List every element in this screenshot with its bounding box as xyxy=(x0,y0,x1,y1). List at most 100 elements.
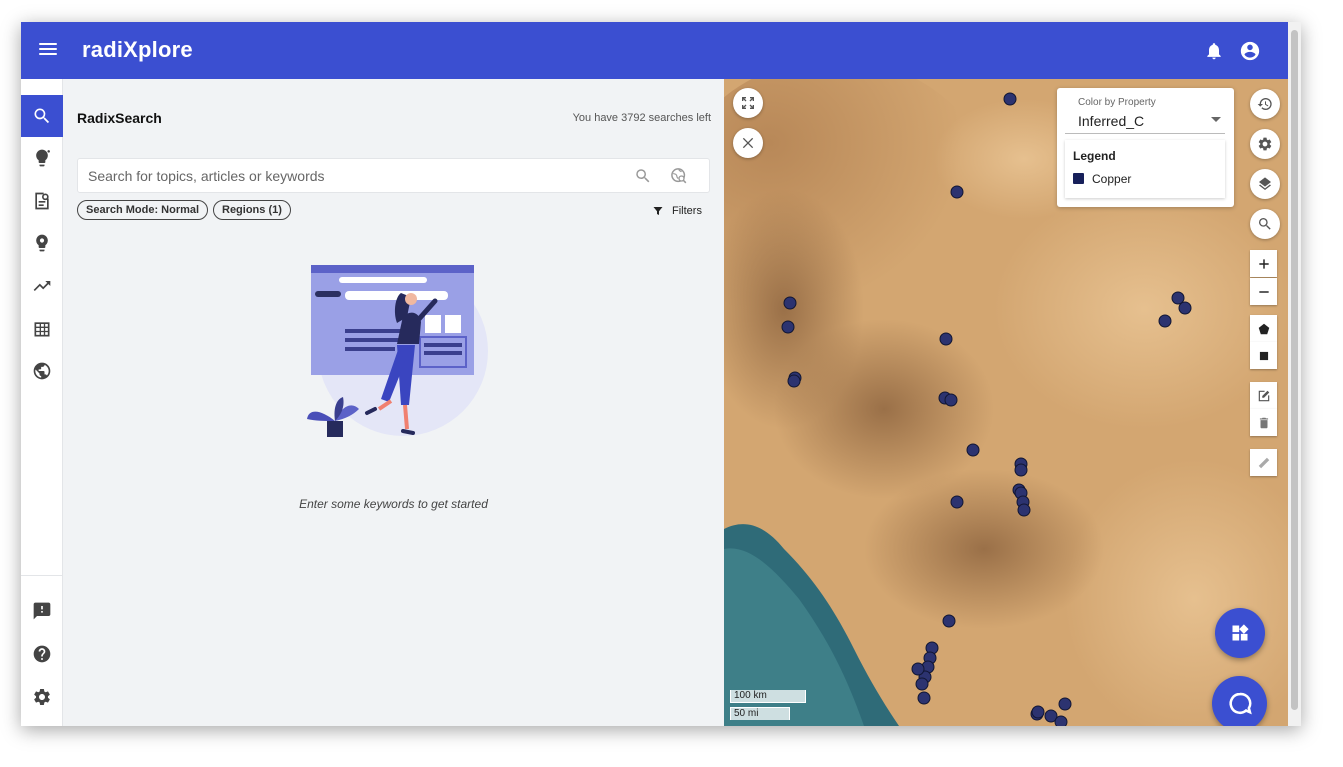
copper-occurrence-marker[interactable] xyxy=(917,691,931,705)
copper-occurrence-marker[interactable] xyxy=(1014,463,1028,477)
page-title: RadixSearch xyxy=(77,110,162,126)
sidebar-item-ideas[interactable] xyxy=(21,222,63,264)
notification-bell-icon[interactable] xyxy=(1204,40,1224,62)
hamburger-menu-icon[interactable] xyxy=(37,40,59,60)
trash-icon xyxy=(1259,417,1268,428)
search-icon xyxy=(34,108,50,124)
copper-occurrence-marker[interactable] xyxy=(1017,503,1031,517)
copper-occurrence-marker[interactable] xyxy=(1031,705,1045,719)
search-input[interactable] xyxy=(88,159,618,192)
sidebar-item-insights[interactable] xyxy=(21,137,63,179)
color-by-property-value: Inferred_C xyxy=(1078,113,1145,129)
copper-occurrence-marker[interactable] xyxy=(939,332,953,346)
gear-icon xyxy=(34,689,50,705)
copper-occurrence-marker[interactable] xyxy=(783,296,797,310)
legend-title: Legend xyxy=(1073,149,1116,163)
feedback-icon xyxy=(33,602,51,620)
page-scrollbar[interactable] xyxy=(1288,22,1301,726)
sidebar-item-feedback[interactable] xyxy=(21,590,63,632)
minus-icon xyxy=(1258,290,1269,293)
legend-item-copper: Copper xyxy=(1092,172,1132,186)
map-search-button[interactable] xyxy=(1250,209,1280,239)
copper-occurrence-marker[interactable] xyxy=(944,393,958,407)
gear-icon xyxy=(1258,137,1272,151)
map-settings-button[interactable] xyxy=(1250,129,1280,159)
table-icon xyxy=(34,322,50,337)
legend-panel: Color by Property Inferred_C Legend Copp… xyxy=(1057,88,1234,207)
sidebar-item-documents[interactable] xyxy=(21,180,63,222)
copper-occurrence-marker[interactable] xyxy=(1058,697,1072,711)
sidebar-divider xyxy=(21,575,63,576)
layers-button[interactable] xyxy=(1250,169,1280,199)
draw-rectangle-button[interactable] xyxy=(1250,342,1277,369)
filters-label: Filters xyxy=(672,205,702,217)
lightbulb-icon xyxy=(36,149,50,167)
color-by-property-select[interactable]: Color by Property Inferred_C xyxy=(1065,94,1225,134)
filters-button[interactable]: Filters xyxy=(652,203,702,219)
copper-occurrence-marker[interactable] xyxy=(942,614,956,628)
close-map-button[interactable] xyxy=(733,128,763,158)
history-button[interactable] xyxy=(1250,89,1280,119)
edit-shape-button[interactable] xyxy=(1250,382,1277,409)
square-icon xyxy=(1259,351,1268,360)
scrollbar-thumb[interactable] xyxy=(1291,30,1298,710)
widgets-fab-button[interactable] xyxy=(1215,608,1265,658)
fullscreen-icon xyxy=(742,97,754,109)
help-icon xyxy=(33,645,51,663)
empty-search-illustration xyxy=(307,265,488,437)
close-icon xyxy=(742,137,754,149)
search-icon[interactable] xyxy=(634,167,652,185)
measure-button[interactable] xyxy=(1250,449,1277,476)
scale-bar-mi: 50 mi xyxy=(730,707,790,720)
copper-occurrence-marker[interactable] xyxy=(1178,301,1192,315)
empty-state-message: Enter some keywords to get started xyxy=(299,497,488,511)
draw-polygon-button[interactable] xyxy=(1250,315,1277,342)
edit-icon xyxy=(1258,390,1269,401)
trending-up-icon xyxy=(33,281,51,291)
scale-bar-km: 100 km xyxy=(730,690,806,703)
search-icon xyxy=(1259,218,1271,230)
search-mode-chip[interactable]: Search Mode: Normal xyxy=(77,200,209,220)
regions-chip[interactable]: Regions (1) xyxy=(213,200,291,220)
polygon-icon xyxy=(1258,323,1269,334)
copper-occurrence-marker[interactable] xyxy=(787,374,801,388)
ruler-icon xyxy=(1258,457,1269,468)
fullscreen-button[interactable] xyxy=(733,88,763,118)
search-panel: RadixSearch You have 3792 searches left … xyxy=(63,79,724,726)
delete-shape-button[interactable] xyxy=(1250,409,1277,436)
legend-box: Legend Copper xyxy=(1065,140,1225,198)
chevron-down-icon xyxy=(1211,117,1221,122)
top-app-bar: radiXplore xyxy=(21,22,1288,79)
sidebar-item-globe[interactable] xyxy=(21,350,63,392)
app-window: radiXplore RadixSearch You have 3792 sea… xyxy=(21,22,1301,726)
color-by-property-label: Color by Property xyxy=(1078,97,1156,108)
globe-search-icon[interactable] xyxy=(669,166,689,186)
side-navigation xyxy=(21,79,63,726)
copper-occurrence-marker[interactable] xyxy=(781,320,795,334)
sidebar-item-tables[interactable] xyxy=(21,308,63,350)
copper-occurrence-marker[interactable] xyxy=(950,495,964,509)
sidebar-item-search[interactable] xyxy=(21,95,63,137)
account-icon[interactable] xyxy=(1239,40,1261,62)
copper-occurrence-marker[interactable] xyxy=(1003,92,1017,106)
copper-occurrence-marker[interactable] xyxy=(1054,715,1068,726)
app-logo: radiXplore xyxy=(82,37,193,62)
zoom-out-button[interactable] xyxy=(1250,278,1277,305)
legend-swatch-copper xyxy=(1073,173,1084,184)
filter-icon xyxy=(653,207,663,215)
zoom-in-button[interactable] xyxy=(1250,250,1277,277)
copper-occurrence-marker[interactable] xyxy=(1158,314,1172,328)
copper-occurrence-marker[interactable] xyxy=(950,185,964,199)
map-view[interactable]: Color by Property Inferred_C Legend Copp… xyxy=(724,79,1288,726)
layers-icon xyxy=(1259,177,1271,191)
copper-occurrence-marker[interactable] xyxy=(966,443,980,457)
sidebar-item-settings[interactable] xyxy=(21,676,63,718)
sidebar-item-help[interactable] xyxy=(21,633,63,675)
plus-icon xyxy=(1258,258,1269,269)
copper-occurrence-marker[interactable] xyxy=(915,677,929,691)
chat-launcher-button[interactable] xyxy=(1212,676,1267,726)
sidebar-item-trends[interactable] xyxy=(21,265,63,307)
document-search-icon xyxy=(35,192,49,210)
search-box xyxy=(77,158,710,193)
copper-occurrence-marker[interactable] xyxy=(911,662,925,676)
